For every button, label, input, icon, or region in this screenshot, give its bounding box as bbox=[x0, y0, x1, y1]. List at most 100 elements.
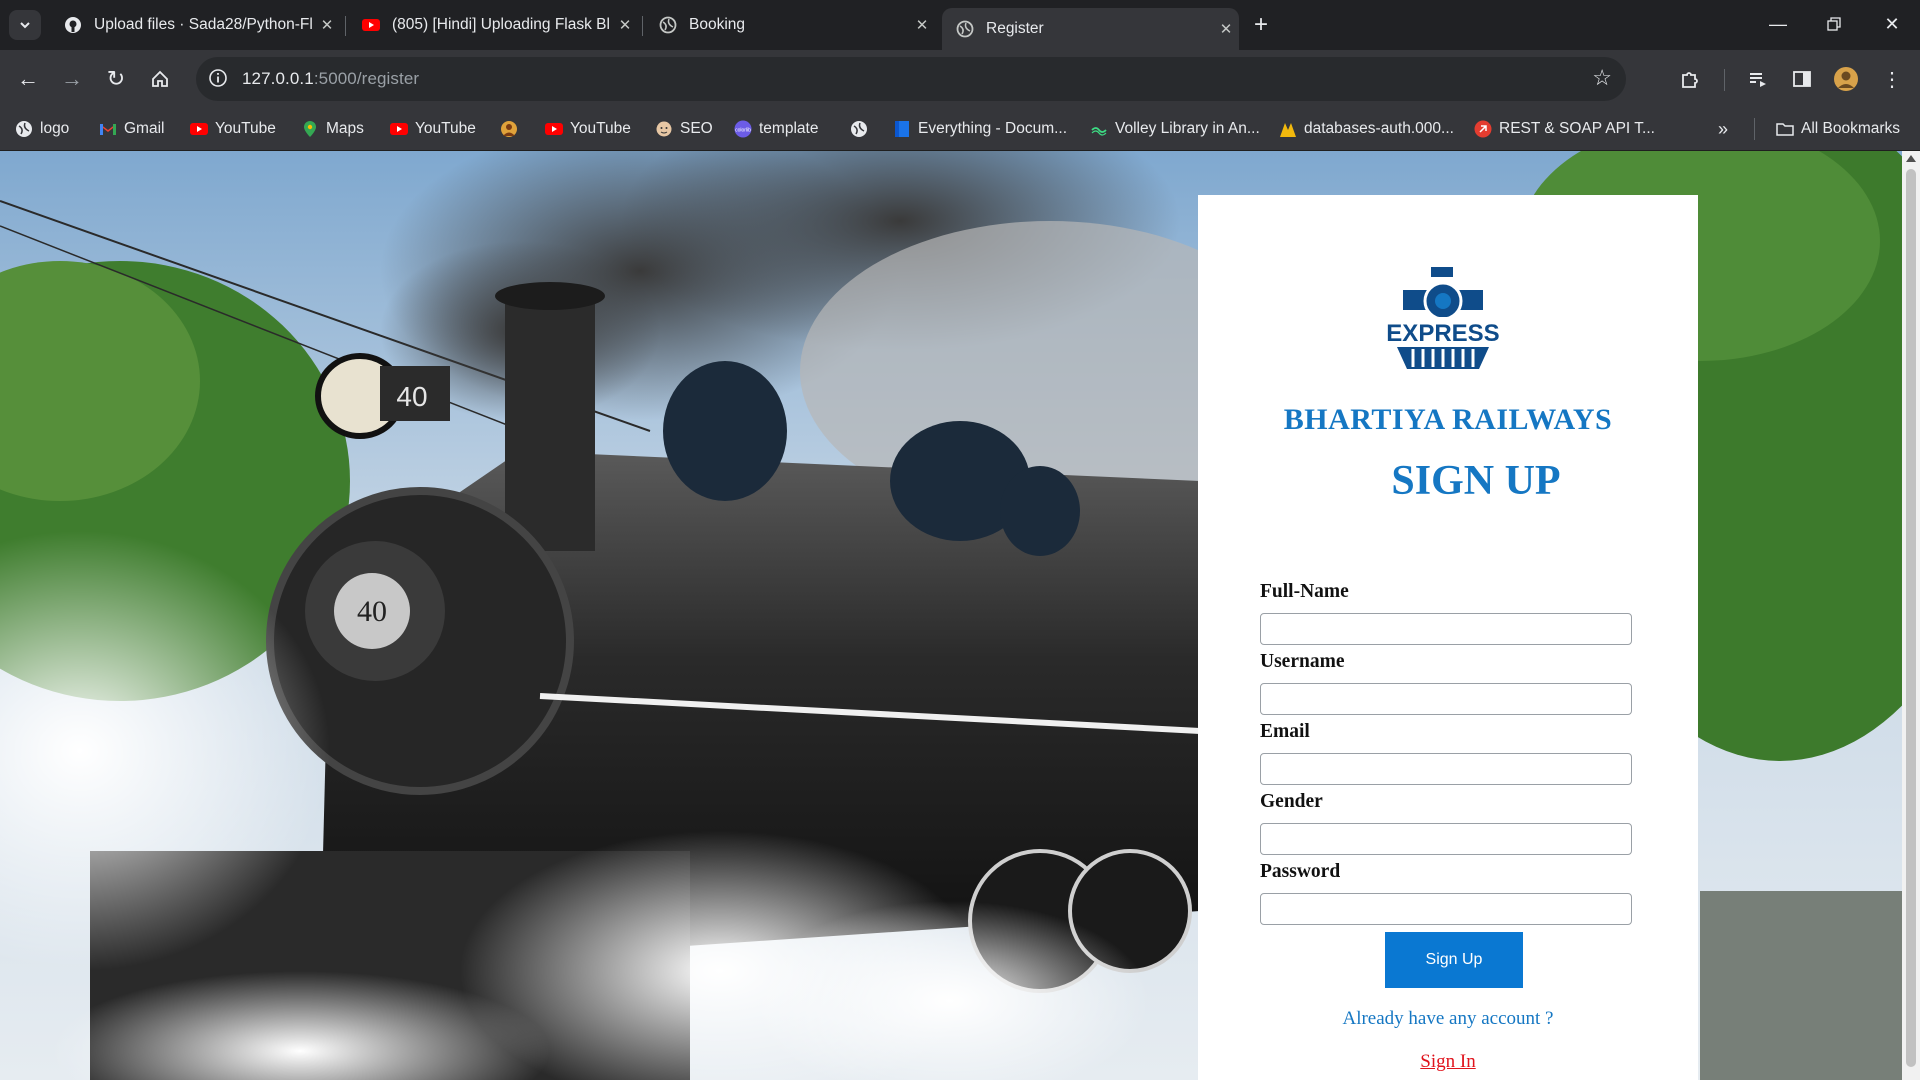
bookmark-rest-soap[interactable]: REST & SOAP API T... bbox=[1474, 116, 1655, 142]
arrow-left-icon: ← bbox=[17, 66, 39, 91]
doc-icon bbox=[895, 121, 909, 137]
site-info-icon[interactable] bbox=[208, 68, 228, 88]
sign-up-button[interactable]: Sign Up bbox=[1385, 932, 1523, 988]
bookmark-star-icon[interactable]: ☆ bbox=[1592, 65, 1612, 91]
full-name-input[interactable] bbox=[1260, 613, 1632, 645]
bookmark-gmail[interactable]: Gmail bbox=[99, 116, 164, 142]
page-viewport: 40 40 EXPRESS BHARTIYA RAILWAYS SIGN UP … bbox=[0, 151, 1902, 1080]
media-controls-button[interactable] bbox=[1742, 63, 1774, 95]
close-icon[interactable]: ✕ bbox=[612, 16, 638, 34]
scroll-up-arrow-icon[interactable] bbox=[1906, 155, 1916, 162]
bookmark-youtube[interactable]: YouTube bbox=[545, 116, 631, 142]
home-button[interactable] bbox=[142, 61, 178, 97]
volley-icon bbox=[1091, 127, 1107, 136]
restore-icon bbox=[1827, 17, 1841, 31]
close-icon[interactable]: ✕ bbox=[314, 16, 340, 34]
face-icon bbox=[656, 121, 672, 137]
bookmark-logo[interactable]: logo bbox=[15, 116, 69, 142]
tab-register[interactable]: Register ✕ bbox=[942, 8, 1239, 50]
email-label: Email bbox=[1260, 721, 1310, 742]
svg-text:40: 40 bbox=[396, 381, 427, 412]
browser-menu-button[interactable]: ⋮ bbox=[1876, 63, 1908, 95]
page-scrollbar[interactable] bbox=[1902, 151, 1920, 1080]
playlist-icon bbox=[1750, 73, 1766, 87]
tab-divider bbox=[642, 16, 643, 36]
bookmark-maps[interactable]: Maps bbox=[301, 116, 364, 142]
forward-button[interactable]: → bbox=[54, 61, 90, 97]
more-vert-icon: ⋮ bbox=[1882, 68, 1902, 91]
bookmark-label: Gmail bbox=[124, 120, 165, 137]
bookmark-volley-library[interactable]: Volley Library in An... bbox=[1090, 116, 1260, 142]
bookmark-label: Maps bbox=[326, 120, 364, 137]
svg-text:colorlib: colorlib bbox=[735, 128, 751, 134]
chevron-down-icon bbox=[20, 22, 30, 29]
tab-strip: Upload files · Sada28/Python-Fl ✕ (805) … bbox=[0, 0, 1920, 50]
bookmark-avatar[interactable] bbox=[500, 116, 525, 142]
express-train-logo: EXPRESS bbox=[1386, 267, 1500, 369]
browser-toolbar: ← → ↻ 127.0.0.1:5000/register ☆ ⋮ bbox=[0, 50, 1920, 108]
url-host: 127.0.0.1 bbox=[242, 69, 314, 88]
bookmarks-overflow-button[interactable]: » bbox=[1718, 116, 1728, 142]
bookmarks-divider bbox=[1754, 118, 1755, 140]
logo-text: EXPRESS bbox=[1386, 320, 1499, 347]
url-path: :5000/register bbox=[313, 69, 420, 88]
youtube-icon bbox=[390, 123, 408, 135]
bookmark-label: All Bookmarks bbox=[1801, 120, 1901, 137]
bookmark-youtube[interactable]: YouTube bbox=[390, 116, 476, 142]
tab-title: (805) [Hindi] Uploading Flask Bl bbox=[392, 16, 610, 33]
youtube-icon bbox=[362, 19, 380, 31]
username-input[interactable] bbox=[1260, 683, 1632, 715]
bookmark-seo[interactable]: SEO bbox=[655, 116, 713, 142]
extensions-button[interactable] bbox=[1674, 63, 1706, 95]
sign-in-link[interactable]: Sign In bbox=[1198, 1051, 1698, 1073]
avatar-icon bbox=[1834, 67, 1858, 91]
globe-icon bbox=[659, 16, 677, 34]
bookmarks-bar: logo Gmail YouTube Maps YouTube YouTube … bbox=[0, 108, 1920, 151]
bookmark-label: Volley Library in An... bbox=[1115, 120, 1260, 137]
tab-search-button[interactable] bbox=[9, 10, 41, 40]
close-window-button[interactable]: ✕ bbox=[1864, 0, 1920, 48]
close-icon[interactable]: ✕ bbox=[909, 16, 935, 34]
minimize-button[interactable]: — bbox=[1750, 0, 1806, 48]
bookmark-template[interactable]: colorlib template bbox=[734, 116, 818, 142]
toolbar-divider bbox=[1724, 69, 1725, 91]
signup-card: EXPRESS BHARTIYA RAILWAYS SIGN UP Full-N… bbox=[1198, 195, 1698, 1080]
side-panel-icon bbox=[1793, 71, 1811, 87]
reload-icon: ↻ bbox=[106, 66, 126, 91]
profile-button[interactable] bbox=[1830, 63, 1862, 95]
globe-icon bbox=[16, 121, 32, 137]
brand-title: BHARTIYA RAILWAYS bbox=[1283, 403, 1613, 436]
bookmark-globe[interactable] bbox=[850, 116, 875, 142]
address-bar[interactable]: 127.0.0.1:5000/register ☆ bbox=[196, 57, 1626, 101]
bookmark-label: logo bbox=[40, 120, 70, 137]
tab-booking[interactable]: Booking ✕ bbox=[645, 8, 935, 42]
new-tab-button[interactable]: + bbox=[1246, 10, 1276, 40]
tab-upload-files[interactable]: Upload files · Sada28/Python-Fl ✕ bbox=[50, 8, 340, 42]
restore-button[interactable] bbox=[1806, 0, 1862, 48]
arrow-right-icon: → bbox=[61, 66, 83, 91]
close-icon[interactable]: ✕ bbox=[1213, 20, 1239, 38]
bookmark-youtube[interactable]: YouTube bbox=[190, 116, 276, 142]
bookmark-label: REST & SOAP API T... bbox=[1499, 120, 1655, 137]
bookmark-label: YouTube bbox=[415, 120, 476, 137]
github-icon bbox=[65, 17, 81, 33]
globe-icon bbox=[956, 20, 974, 38]
bookmark-label: SEO bbox=[680, 120, 713, 137]
side-panel-button[interactable] bbox=[1786, 63, 1818, 95]
bookmark-databases-auth[interactable]: databases-auth.000... bbox=[1279, 116, 1454, 142]
password-input[interactable] bbox=[1260, 893, 1632, 925]
full-name-label: Full-Name bbox=[1260, 581, 1349, 602]
bookmark-label: Everything - Docum... bbox=[918, 120, 1068, 137]
folder-icon bbox=[1776, 123, 1794, 136]
already-account-text: Already have any account ? bbox=[1342, 1008, 1554, 1029]
bookmark-label: template bbox=[759, 120, 819, 137]
all-bookmarks-button[interactable]: All Bookmarks bbox=[1776, 116, 1900, 142]
back-button[interactable]: ← bbox=[10, 61, 46, 97]
email-input[interactable] bbox=[1260, 753, 1632, 785]
reload-button[interactable]: ↻ bbox=[98, 61, 134, 97]
scrollbar-thumb[interactable] bbox=[1906, 169, 1916, 1067]
bookmark-everything-docs[interactable]: Everything - Docum... bbox=[893, 116, 1067, 142]
gender-input[interactable] bbox=[1260, 823, 1632, 855]
db-icon bbox=[1280, 123, 1296, 137]
tab-youtube-video[interactable]: (805) [Hindi] Uploading Flask Bl ✕ bbox=[348, 8, 638, 42]
